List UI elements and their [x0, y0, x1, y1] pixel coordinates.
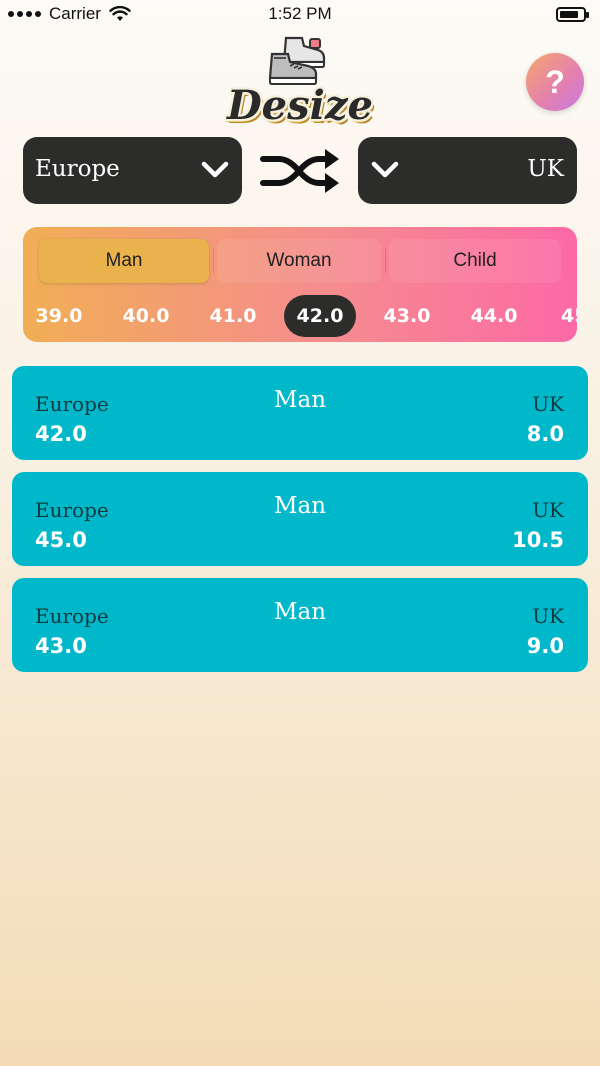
chevron-down-icon — [201, 161, 229, 178]
result-from-size: 42.0 — [35, 422, 87, 446]
from-system-label: Europe — [35, 156, 120, 182]
size-option[interactable]: 43.0 — [371, 295, 443, 337]
tab-divider — [385, 249, 386, 273]
tab-woman[interactable]: Woman — [217, 239, 381, 283]
result-from-size: 43.0 — [35, 634, 87, 658]
result-gender: Man — [273, 599, 327, 625]
result-to-size: 8.0 — [526, 422, 564, 446]
result-card[interactable]: Europe Man UK 45.0 10.5 — [12, 472, 588, 566]
to-system-label: UK — [527, 156, 564, 182]
result-to-system: UK — [532, 498, 564, 522]
tab-child[interactable]: Child — [389, 239, 561, 283]
shuffle-icon[interactable] — [259, 145, 341, 197]
tab-divider — [213, 249, 214, 273]
result-card[interactable]: Europe Man UK 42.0 8.0 — [12, 366, 588, 460]
gender-tabs: Man Woman Child — [37, 239, 563, 283]
tab-man[interactable]: Man — [39, 239, 209, 283]
status-time: 1:52 PM — [268, 4, 332, 23]
result-to-size: 9.0 — [526, 634, 564, 658]
size-option[interactable]: 41.0 — [197, 295, 269, 337]
size-filter-card: Man Woman Child 39.0 40.0 41.0 42.0 43.0… — [23, 227, 577, 342]
question-icon: ? — [545, 64, 565, 100]
result-to-system: UK — [532, 604, 564, 628]
to-system-select[interactable]: UK — [358, 137, 577, 204]
status-bar: Carrier 1:52 PM — [0, 0, 600, 30]
result-gender: Man — [273, 387, 327, 413]
size-option[interactable]: 45 — [545, 295, 577, 337]
battery-icon — [556, 7, 589, 22]
result-to-system: UK — [532, 392, 564, 416]
size-picker[interactable]: 39.0 40.0 41.0 42.0 43.0 44.0 45 — [23, 295, 577, 337]
result-gender: Man — [273, 493, 327, 519]
size-option[interactable]: 39.0 — [23, 295, 95, 337]
chevron-down-icon — [371, 161, 399, 178]
size-option[interactable]: 44.0 — [458, 295, 530, 337]
app-logo: Desize — [225, 34, 375, 134]
help-button[interactable]: ? — [526, 53, 584, 111]
result-card[interactable]: Europe Man UK 43.0 9.0 — [12, 578, 588, 672]
result-from-size: 45.0 — [35, 528, 87, 552]
size-option[interactable]: 40.0 — [110, 295, 182, 337]
size-option-selected[interactable]: 42.0 — [284, 295, 356, 337]
sneakers-icon — [268, 36, 326, 85]
app-title: Desize — [226, 82, 373, 129]
result-to-size: 10.5 — [512, 528, 564, 552]
from-system-select[interactable]: Europe — [23, 137, 242, 204]
